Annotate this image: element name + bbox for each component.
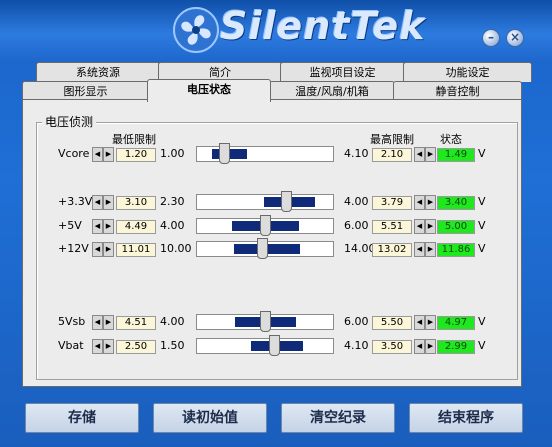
row-label: +3.3V <box>58 195 93 208</box>
row-label: Vcore <box>58 147 90 160</box>
max-limit-value[interactable]: 5.50 <box>372 316 412 330</box>
min-range-value: 4.00 <box>160 315 185 328</box>
min-range-value: 1.50 <box>160 339 185 352</box>
min-increase-button[interactable]: ▶ <box>103 315 114 330</box>
min-range-value: 1.00 <box>160 147 185 160</box>
unit-label: V <box>478 242 486 255</box>
min-range-value: 2.30 <box>160 195 185 208</box>
max-increase-button[interactable]: ▶ <box>425 339 436 354</box>
min-increase-button[interactable]: ▶ <box>103 339 114 354</box>
max-decrease-button[interactable]: ◀ <box>414 315 425 330</box>
row-label: 5Vsb <box>58 315 86 328</box>
voltage-slider[interactable] <box>196 143 334 164</box>
slider-thumb[interactable] <box>259 311 271 332</box>
min-decrease-button[interactable]: ◀ <box>92 219 103 234</box>
voltage-slider[interactable] <box>196 335 334 356</box>
exit-button[interactable]: 结束程序 <box>409 403 523 433</box>
min-limit-header: 最低限制 <box>112 133 156 146</box>
max-limit-value[interactable]: 2.10 <box>372 148 412 162</box>
voltage-slider[interactable] <box>196 191 334 212</box>
min-decrease-button[interactable]: ◀ <box>92 242 103 257</box>
max-increase-button[interactable]: ▶ <box>425 315 436 330</box>
max-limit-value[interactable]: 5.51 <box>372 220 412 234</box>
max-increase-button[interactable]: ▶ <box>425 242 436 257</box>
tab-function-settings[interactable]: 功能设定 <box>403 62 532 82</box>
fan-logo-icon <box>173 7 219 53</box>
min-increase-button[interactable]: ▶ <box>103 219 114 234</box>
app-title: SilentTek <box>220 4 426 48</box>
min-limit-value[interactable]: 4.49 <box>116 220 156 234</box>
save-button[interactable]: 存储 <box>25 403 139 433</box>
max-limit-value[interactable]: 3.79 <box>372 196 412 210</box>
min-range-value: 10.00 <box>160 242 192 255</box>
unit-label: V <box>478 147 486 160</box>
max-limit-value[interactable]: 3.50 <box>372 340 412 354</box>
row-label: +5V <box>58 219 82 232</box>
clear-log-button[interactable]: 清空纪录 <box>281 403 395 433</box>
min-decrease-button[interactable]: ◀ <box>92 315 103 330</box>
min-limit-value[interactable]: 4.51 <box>116 316 156 330</box>
min-increase-button[interactable]: ▶ <box>103 242 114 257</box>
read-defaults-button[interactable]: 读初始值 <box>153 403 267 433</box>
max-increase-button[interactable]: ▶ <box>425 195 436 210</box>
min-limit-value[interactable]: 11.01 <box>116 243 156 257</box>
min-decrease-button[interactable]: ◀ <box>92 195 103 210</box>
max-increase-button[interactable]: ▶ <box>425 147 436 162</box>
max-limit-value[interactable]: 13.02 <box>372 243 412 257</box>
max-limit-header: 最高限制 <box>370 133 414 146</box>
min-range-value: 4.00 <box>160 219 185 232</box>
slider-thumb[interactable] <box>281 191 293 212</box>
status-value: 2.99 <box>437 340 475 354</box>
status-value: 5.00 <box>437 220 475 234</box>
min-decrease-button[interactable]: ◀ <box>92 339 103 354</box>
close-button[interactable]: × <box>507 30 523 46</box>
max-range-value: 4.00 <box>344 195 369 208</box>
voltage-slider[interactable] <box>196 215 334 236</box>
max-decrease-button[interactable]: ◀ <box>414 219 425 234</box>
min-limit-value[interactable]: 1.20 <box>116 148 156 162</box>
min-increase-button[interactable]: ▶ <box>103 147 114 162</box>
tab-voltage-status[interactable]: 电压状态 <box>147 79 271 102</box>
row-label: +12V <box>58 242 89 255</box>
title-banner: SilentTek – × <box>0 0 552 62</box>
voltage-slider[interactable] <box>196 238 334 259</box>
status-header: 状态 <box>440 133 462 146</box>
slider-thumb[interactable] <box>218 143 230 164</box>
app-window: SilentTek – × 系统资源 简介 监视项目设定 功能设定 图形显示 电… <box>0 0 552 447</box>
tab-silent-control[interactable]: 静音控制 <box>393 81 522 101</box>
tab-system-resources[interactable]: 系统资源 <box>36 62 160 82</box>
unit-label: V <box>478 195 486 208</box>
max-decrease-button[interactable]: ◀ <box>414 147 425 162</box>
voltage-slider[interactable] <box>196 311 334 332</box>
max-range-value: 14.00 <box>344 242 376 255</box>
max-decrease-button[interactable]: ◀ <box>414 242 425 257</box>
tab-monitor-settings[interactable]: 监视项目设定 <box>280 62 405 82</box>
slider-thumb[interactable] <box>269 335 281 356</box>
tab-temp-fan-case[interactable]: 温度/风扇/机箱 <box>269 81 395 101</box>
unit-label: V <box>478 219 486 232</box>
status-value: 3.40 <box>437 196 475 210</box>
max-range-value: 6.00 <box>344 315 369 328</box>
status-value: 1.49 <box>437 148 475 162</box>
min-decrease-button[interactable]: ◀ <box>92 147 103 162</box>
max-range-value: 6.00 <box>344 219 369 232</box>
max-decrease-button[interactable]: ◀ <box>414 339 425 354</box>
minimize-button[interactable]: – <box>483 30 499 46</box>
slider-thumb[interactable] <box>256 238 268 259</box>
max-increase-button[interactable]: ▶ <box>425 219 436 234</box>
tab-graph-display[interactable]: 图形显示 <box>22 81 149 101</box>
unit-label: V <box>478 339 486 352</box>
min-limit-value[interactable]: 2.50 <box>116 340 156 354</box>
max-decrease-button[interactable]: ◀ <box>414 195 425 210</box>
slider-thumb[interactable] <box>259 215 271 236</box>
min-limit-value[interactable]: 3.10 <box>116 196 156 210</box>
max-range-value: 4.10 <box>344 147 369 160</box>
status-value: 11.86 <box>437 243 475 257</box>
min-increase-button[interactable]: ▶ <box>103 195 114 210</box>
group-title: 电压侦测 <box>42 113 97 130</box>
status-value: 4.97 <box>437 316 475 330</box>
row-label: Vbat <box>58 339 84 352</box>
unit-label: V <box>478 315 486 328</box>
max-range-value: 4.10 <box>344 339 369 352</box>
